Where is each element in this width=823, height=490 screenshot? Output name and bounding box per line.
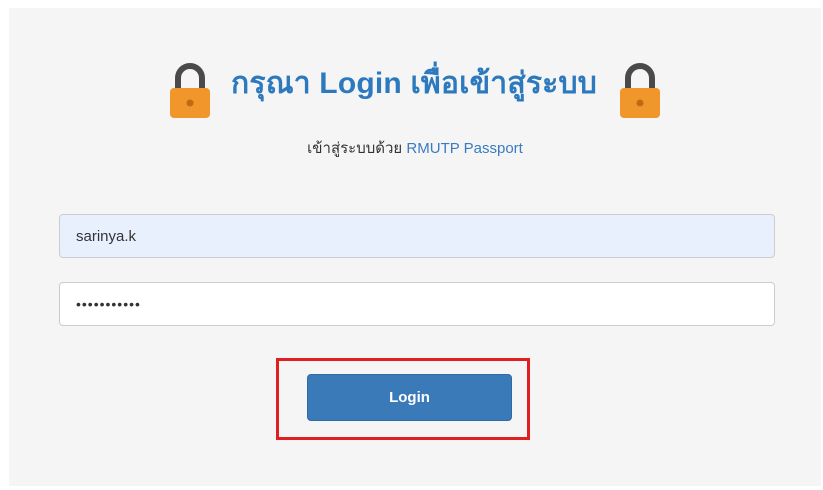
- login-button-label: Login: [389, 389, 430, 406]
- lock-icon: [617, 58, 663, 120]
- password-value: •••••••••••: [76, 296, 141, 312]
- login-subtitle: เข้าสู่ระบบด้วย RMUTP Passport: [9, 136, 821, 160]
- subtitle-prefix: เข้าสู่ระบบด้วย: [307, 140, 403, 157]
- login-button[interactable]: Login: [307, 374, 512, 421]
- page-title: กรุณา Login เพื่อเข้าสู่ระบบ: [231, 66, 597, 100]
- lock-icon: [167, 58, 213, 120]
- header: กรุณา Login เพื่อเข้าสู่ระบบ: [9, 58, 821, 120]
- username-input[interactable]: sarinya.k: [59, 214, 775, 258]
- password-input[interactable]: •••••••••••: [59, 282, 775, 326]
- rmutp-passport-link[interactable]: RMUTP Passport: [406, 140, 522, 157]
- username-value: sarinya.k: [76, 227, 137, 245]
